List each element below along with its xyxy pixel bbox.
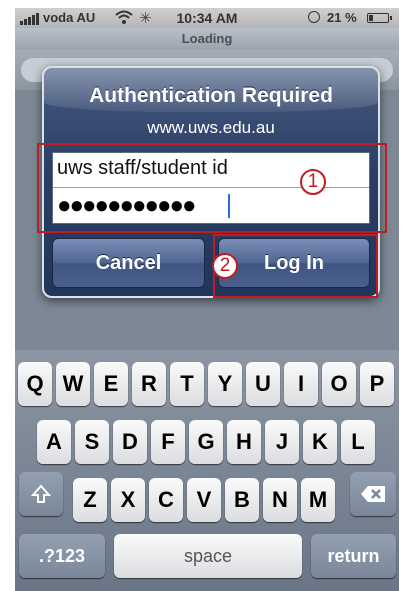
- key-o[interactable]: O: [322, 362, 356, 406]
- key-n[interactable]: N: [263, 478, 297, 522]
- space-key[interactable]: space: [114, 534, 302, 578]
- key-t[interactable]: T: [170, 362, 204, 406]
- cancel-button[interactable]: Cancel: [52, 238, 205, 288]
- key-d[interactable]: D: [113, 420, 147, 464]
- dialog-host: www.uws.edu.au: [147, 118, 275, 137]
- shift-icon: [30, 484, 52, 503]
- battery-percent: 21 %: [327, 10, 357, 25]
- rotation-lock-icon: [308, 11, 320, 23]
- step-marker-2: 2: [212, 253, 238, 279]
- key-v[interactable]: V: [187, 478, 221, 522]
- key-a[interactable]: A: [37, 420, 71, 464]
- backspace-icon: [361, 486, 385, 502]
- key-b[interactable]: B: [225, 478, 259, 522]
- key-y[interactable]: Y: [208, 362, 242, 406]
- key-p[interactable]: P: [360, 362, 394, 406]
- key-k[interactable]: K: [303, 420, 337, 464]
- key-g[interactable]: G: [189, 420, 223, 464]
- dialog-title: Authentication Required: [89, 84, 333, 107]
- page-title: Loading: [181, 31, 233, 46]
- keyboard: QWERTYUIOP ASDFGHJKL ZXCVBNM .?123 space…: [15, 350, 399, 591]
- key-r[interactable]: R: [132, 362, 166, 406]
- shift-key[interactable]: [19, 472, 63, 516]
- key-h[interactable]: H: [227, 420, 261, 464]
- key-x[interactable]: X: [111, 478, 145, 522]
- key-i[interactable]: I: [284, 362, 318, 406]
- fields-highlight: [37, 143, 387, 233]
- key-e[interactable]: E: [94, 362, 128, 406]
- phone-screen: voda AU ✳ 10:34 AM 21 % Loading Authenti…: [15, 8, 399, 591]
- key-c[interactable]: C: [149, 478, 183, 522]
- key-q[interactable]: Q: [18, 362, 52, 406]
- key-l[interactable]: L: [341, 420, 375, 464]
- battery-level: [369, 15, 373, 21]
- key-m[interactable]: M: [301, 478, 335, 522]
- step-marker-1: 1: [300, 169, 326, 195]
- key-z[interactable]: Z: [73, 478, 107, 522]
- key-u[interactable]: U: [246, 362, 280, 406]
- key-j[interactable]: J: [265, 420, 299, 464]
- key-s[interactable]: S: [75, 420, 109, 464]
- battery-icon: [367, 13, 392, 23]
- key-w[interactable]: W: [56, 362, 90, 406]
- backspace-key[interactable]: [350, 472, 396, 516]
- key-f[interactable]: F: [151, 420, 185, 464]
- status-bar: voda AU ✳ 10:34 AM 21 %: [15, 8, 399, 28]
- numbers-key[interactable]: .?123: [19, 534, 105, 578]
- return-key[interactable]: return: [311, 534, 396, 578]
- nav-bar: Loading: [15, 28, 399, 50]
